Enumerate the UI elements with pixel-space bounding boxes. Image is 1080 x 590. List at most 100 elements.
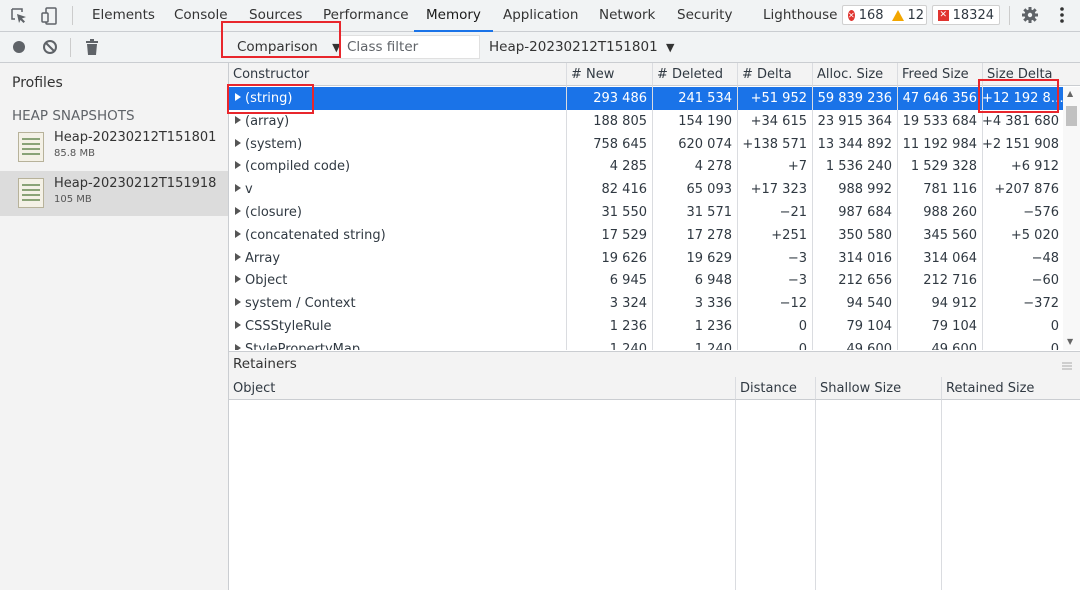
cell-deleted-count: 1 236	[694, 319, 732, 334]
snapshot-item-2[interactable]: Heap-20230212T151918 105 MB	[0, 171, 228, 216]
cell-size-delta: −48	[1031, 250, 1059, 266]
cell-delta-count: +51 952	[750, 91, 807, 106]
cell-new-count: 188 805	[593, 113, 647, 129]
tab-elements[interactable]: Elements	[92, 0, 155, 31]
more-options-icon[interactable]	[1052, 5, 1072, 25]
expand-arrow-icon[interactable]	[235, 93, 241, 101]
table-scrollbar[interactable]: ▲ ▼	[1063, 87, 1080, 350]
expand-arrow-icon[interactable]	[235, 138, 241, 147]
table-row[interactable]: (closure) 31 550 31 571 −21 987 684 988 260 −5…	[229, 201, 1064, 224]
retainers-col-retained-size[interactable]: Retained Size	[941, 377, 1080, 400]
expand-arrow-icon[interactable]	[235, 275, 241, 284]
table-row[interactable]: (concatenated string) 17 529 17 278 +251 350…	[229, 224, 1064, 247]
table-row[interactable]: (string) 293 486 241 534 +51 952 59 839 236 4…	[229, 87, 1064, 110]
snapshot-item-1[interactable]: Heap-20230212T151801 85.8 MB	[0, 125, 228, 170]
table-row[interactable]: system / Context 3 324 3 336 −12 94 540 94 91…	[229, 292, 1064, 315]
cell-deleted-count: 4 278	[694, 159, 732, 175]
base-snapshot-select[interactable]: Heap-20230212T151801 ▼	[489, 32, 674, 62]
cell-constructor: v	[229, 178, 566, 201]
expand-arrow-icon[interactable]	[235, 298, 241, 307]
table-row[interactable]: Object 6 945 6 948 −3 212 656 212 716 −60	[229, 269, 1064, 292]
constructor-name: (compiled code)	[245, 159, 351, 175]
device-toolbar-icon[interactable]	[40, 6, 60, 26]
cell-new-count: 31 550	[601, 205, 648, 220]
cell-new-count: 82 416	[601, 182, 648, 198]
column-divider	[652, 86, 653, 350]
table-row[interactable]: v 82 416 65 093 +17 323 988 992 781 116 +207 8…	[229, 178, 1064, 201]
table-row[interactable]: (array) 188 805 154 190 +34 615 23 915 364 19…	[229, 110, 1064, 133]
column-header-freed-size[interactable]: Freed Size	[897, 63, 982, 86]
cell-alloc-size: 987 684	[838, 205, 892, 220]
retainers-header[interactable]: Retainers	[229, 351, 1080, 378]
trash-icon[interactable]	[83, 38, 101, 56]
expand-arrow-icon[interactable]	[235, 252, 241, 261]
tab-sources[interactable]: Sources	[249, 0, 302, 31]
cell-deleted-count: 65 093	[686, 182, 733, 198]
cell-delta-count: +138 571	[742, 136, 807, 152]
tab-security[interactable]: Security	[677, 0, 732, 31]
retainers-col-distance[interactable]: Distance	[735, 377, 815, 400]
gear-icon[interactable]	[1020, 5, 1040, 25]
tab-application[interactable]: Application	[503, 0, 578, 31]
cell-delta-count: −3	[787, 273, 807, 289]
retainers-col-object[interactable]: Object	[229, 377, 735, 400]
cell-freed-size: 49 600	[931, 341, 978, 350]
cell-deleted-count: 620 074	[678, 136, 732, 152]
expand-arrow-icon[interactable]	[235, 321, 241, 329]
column-divider	[737, 86, 738, 350]
table-row[interactable]: StylePropertyMap 1 240 1 240 0 49 600 49 600 0	[229, 338, 1064, 350]
issues-badge[interactable]: ✕ 18324	[932, 5, 1000, 25]
expand-arrow-icon[interactable]	[235, 161, 241, 170]
expand-arrow-icon[interactable]	[235, 343, 241, 350]
cell-new-count: 6 945	[609, 273, 647, 289]
cell-new-count: 758 645	[593, 136, 647, 152]
cell-constructor: (closure)	[229, 201, 566, 224]
tab-performance[interactable]: Performance	[323, 0, 409, 31]
retainers-col-shallow-size[interactable]: Shallow Size	[815, 377, 941, 400]
tab-memory[interactable]: Memory	[414, 0, 493, 32]
tab-network[interactable]: Network	[599, 0, 655, 31]
cell-size-delta: +207 876	[994, 182, 1059, 198]
column-header-size-delta[interactable]: Size Delta	[982, 63, 1080, 86]
record-icon[interactable]	[10, 38, 28, 56]
profiles-sidebar: Profiles HEAP SNAPSHOTS Heap-20230212T15…	[0, 63, 229, 590]
column-divider	[941, 400, 942, 590]
expand-arrow-icon[interactable]	[235, 207, 241, 215]
scroll-up-icon[interactable]: ▲	[1067, 89, 1073, 98]
clear-icon[interactable]	[41, 38, 59, 56]
cell-size-delta: +4 381 680	[982, 113, 1060, 129]
table-row[interactable]: (system) 758 645 620 074 +138 571 13 344 892…	[229, 133, 1064, 156]
column-header-deleted-count[interactable]: # Deleted	[652, 63, 737, 86]
column-divider	[812, 86, 813, 350]
class-filter-input[interactable]: Class filter	[340, 35, 480, 59]
table-row[interactable]: CSSStyleRule 1 236 1 236 0 79 104 79 104 0	[229, 315, 1064, 338]
error-count: 168	[858, 7, 884, 23]
tab-console[interactable]: Console	[174, 0, 228, 31]
expand-arrow-icon[interactable]	[235, 115, 241, 124]
column-header-constructor[interactable]: Constructor	[229, 63, 566, 86]
inspect-element-icon[interactable]	[9, 6, 29, 26]
snapshot-size: 85.8 MB	[54, 148, 95, 159]
cell-freed-size: 345 560	[923, 227, 977, 243]
table-row[interactable]: (compiled code) 4 285 4 278 +7 1 536 240 1 52…	[229, 155, 1064, 178]
scroll-down-icon[interactable]: ▼	[1067, 337, 1073, 346]
cell-size-delta: −576	[1023, 205, 1059, 220]
expand-arrow-icon[interactable]	[235, 229, 241, 238]
cell-size-delta: 0	[1050, 319, 1059, 334]
table-row[interactable]: Array 19 626 19 629 −3 314 016 314 064 −48	[229, 247, 1064, 270]
cell-freed-size: 314 064	[923, 250, 977, 266]
constructor-name: v	[245, 182, 253, 198]
console-counts-badge[interactable]: ✕ 168 12	[842, 5, 927, 25]
column-divider	[735, 400, 736, 590]
cell-size-delta: +2 151 908	[982, 136, 1060, 152]
tab-lighthouse[interactable]: Lighthouse	[763, 0, 837, 31]
scrollbar-thumb[interactable]	[1066, 106, 1077, 126]
resize-handle-icon[interactable]	[1062, 359, 1072, 374]
expand-arrow-icon[interactable]	[235, 184, 241, 193]
column-header-delta-count[interactable]: # Delta	[737, 63, 812, 86]
column-header-alloc-size[interactable]: Alloc. Size	[812, 63, 897, 86]
column-header-new-count[interactable]: # New	[566, 63, 652, 86]
issues-icon: ✕	[938, 9, 949, 21]
constructor-name: (array)	[245, 113, 290, 129]
view-mode-select[interactable]: Comparison ▼	[237, 32, 341, 62]
